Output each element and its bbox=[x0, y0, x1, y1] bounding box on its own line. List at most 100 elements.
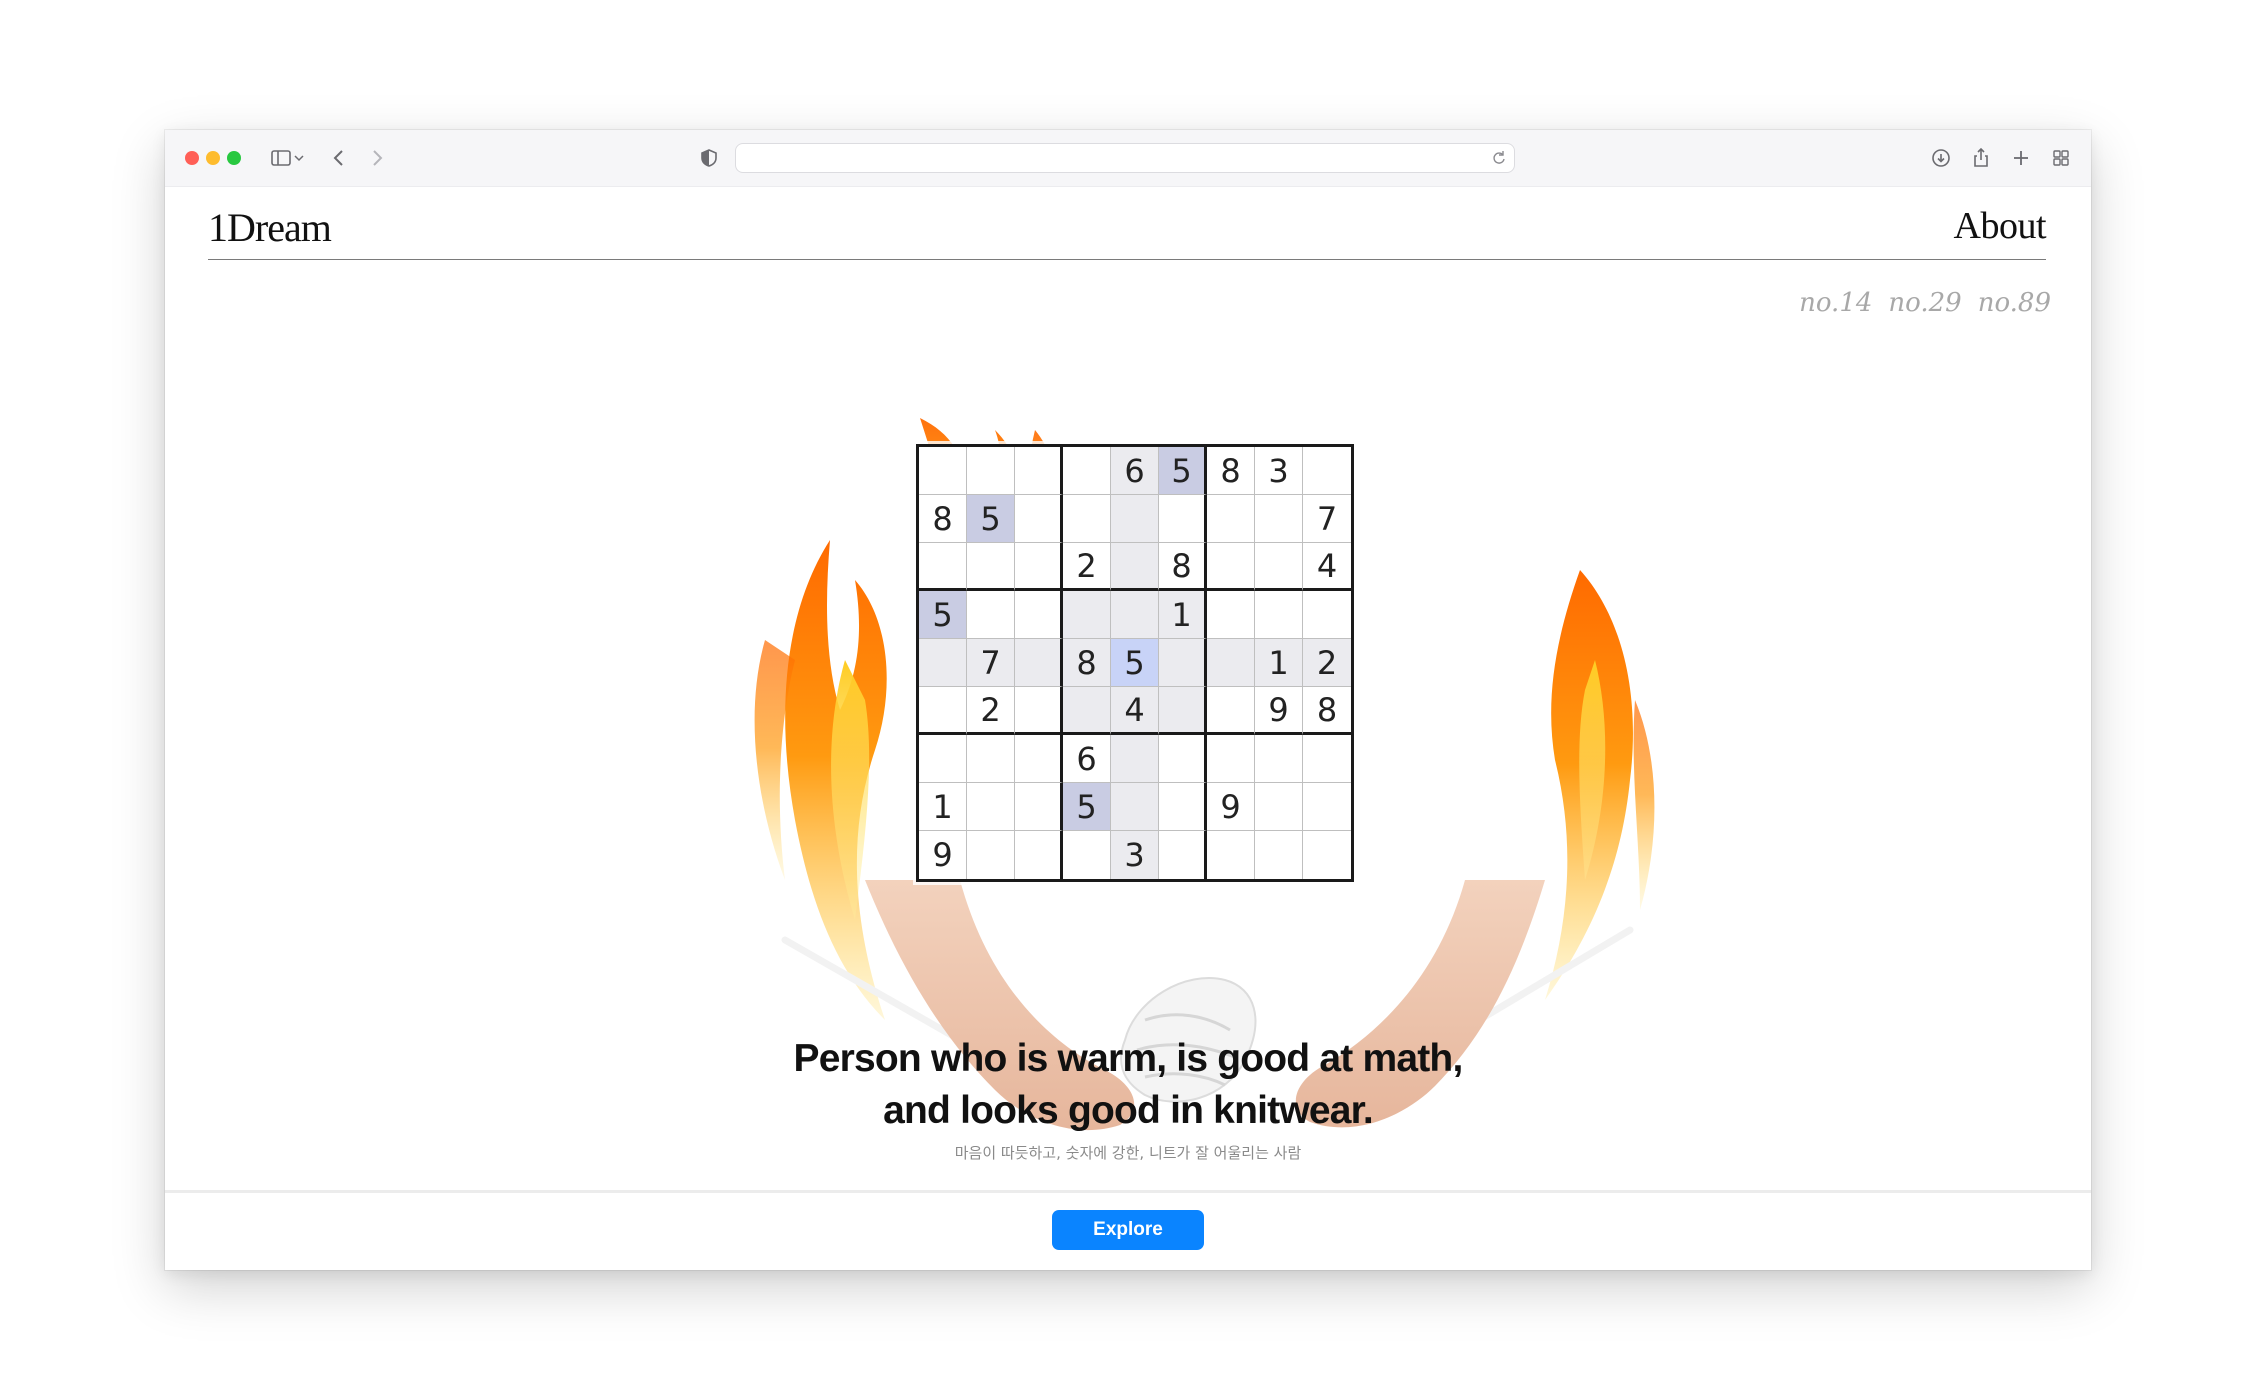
sudoku-cell[interactable]: 8 bbox=[1063, 639, 1111, 687]
sudoku-cell[interactable] bbox=[1063, 447, 1111, 495]
issue-link-89[interactable]: no.89 bbox=[1978, 288, 2051, 318]
sudoku-cell[interactable] bbox=[1303, 831, 1351, 879]
sudoku-cell[interactable] bbox=[1015, 447, 1063, 495]
sudoku-cell[interactable] bbox=[967, 783, 1015, 831]
sudoku-cell[interactable]: 5 bbox=[919, 591, 967, 639]
sudoku-cell[interactable]: 5 bbox=[1063, 783, 1111, 831]
sudoku-cell[interactable] bbox=[919, 543, 967, 591]
sudoku-cell[interactable]: 5 bbox=[1111, 639, 1159, 687]
close-window-button[interactable] bbox=[185, 151, 199, 165]
sudoku-cell[interactable] bbox=[1255, 495, 1303, 543]
sudoku-cell[interactable] bbox=[919, 639, 967, 687]
sudoku-cell[interactable] bbox=[1111, 783, 1159, 831]
sudoku-grid[interactable]: 658385728451785122498615993 bbox=[916, 444, 1354, 882]
sudoku-cell[interactable]: 9 bbox=[919, 831, 967, 879]
sudoku-cell[interactable] bbox=[1015, 735, 1063, 783]
sudoku-cell[interactable] bbox=[919, 735, 967, 783]
sudoku-cell[interactable] bbox=[1207, 735, 1255, 783]
sudoku-cell[interactable]: 2 bbox=[1303, 639, 1351, 687]
download-icon[interactable] bbox=[1927, 144, 1955, 172]
sudoku-cell[interactable] bbox=[1207, 831, 1255, 879]
sudoku-cell[interactable] bbox=[1255, 591, 1303, 639]
sudoku-cell[interactable]: 9 bbox=[1255, 687, 1303, 735]
sudoku-cell[interactable] bbox=[1159, 831, 1207, 879]
sudoku-cell[interactable] bbox=[1111, 495, 1159, 543]
sudoku-cell[interactable] bbox=[1063, 591, 1111, 639]
sudoku-cell[interactable] bbox=[1063, 495, 1111, 543]
new-tab-icon[interactable] bbox=[2007, 144, 2035, 172]
issue-link-14[interactable]: no.14 bbox=[1799, 288, 1872, 318]
sudoku-cell[interactable] bbox=[1063, 831, 1111, 879]
sudoku-cell[interactable]: 4 bbox=[1303, 543, 1351, 591]
sudoku-cell[interactable] bbox=[1207, 495, 1255, 543]
sudoku-cell[interactable] bbox=[1111, 591, 1159, 639]
sudoku-cell[interactable] bbox=[967, 831, 1015, 879]
sudoku-cell[interactable]: 2 bbox=[967, 687, 1015, 735]
sudoku-cell[interactable] bbox=[1015, 591, 1063, 639]
sudoku-cell[interactable] bbox=[1255, 831, 1303, 879]
sudoku-cell[interactable]: 5 bbox=[967, 495, 1015, 543]
sudoku-cell[interactable] bbox=[967, 591, 1015, 639]
explore-button[interactable]: Explore bbox=[1052, 1210, 1204, 1250]
sudoku-cell[interactable]: 1 bbox=[1159, 591, 1207, 639]
sudoku-cell[interactable] bbox=[1303, 591, 1351, 639]
sudoku-cell[interactable]: 4 bbox=[1111, 687, 1159, 735]
sudoku-cell[interactable] bbox=[1159, 735, 1207, 783]
sudoku-cell[interactable] bbox=[967, 543, 1015, 591]
sudoku-cell[interactable] bbox=[1063, 687, 1111, 735]
sudoku-cell[interactable] bbox=[1207, 543, 1255, 591]
sudoku-cell[interactable]: 3 bbox=[1255, 447, 1303, 495]
sudoku-cell[interactable] bbox=[1159, 783, 1207, 831]
sudoku-cell[interactable] bbox=[1303, 735, 1351, 783]
sudoku-cell[interactable] bbox=[1303, 447, 1351, 495]
sudoku-cell[interactable]: 7 bbox=[1303, 495, 1351, 543]
nav-about-link[interactable]: About bbox=[1954, 204, 2047, 248]
sudoku-cell[interactable] bbox=[1207, 639, 1255, 687]
sudoku-cell[interactable] bbox=[1255, 543, 1303, 591]
sudoku-cell[interactable] bbox=[1159, 639, 1207, 687]
minimize-window-button[interactable] bbox=[206, 151, 220, 165]
sudoku-cell[interactable] bbox=[1015, 687, 1063, 735]
sudoku-cell[interactable]: 5 bbox=[1159, 447, 1207, 495]
chevron-down-icon[interactable] bbox=[291, 144, 307, 172]
sudoku-cell[interactable] bbox=[1207, 687, 1255, 735]
sudoku-cell[interactable]: 3 bbox=[1111, 831, 1159, 879]
sudoku-cell[interactable] bbox=[1255, 735, 1303, 783]
sudoku-cell[interactable] bbox=[1111, 543, 1159, 591]
sudoku-cell[interactable] bbox=[967, 735, 1015, 783]
sudoku-cell[interactable]: 8 bbox=[919, 495, 967, 543]
sudoku-cell[interactable]: 7 bbox=[967, 639, 1015, 687]
sudoku-cell[interactable] bbox=[919, 687, 967, 735]
tab-overview-icon[interactable] bbox=[2047, 144, 2075, 172]
shield-icon[interactable] bbox=[695, 144, 723, 172]
sudoku-cell[interactable] bbox=[1015, 543, 1063, 591]
sudoku-cell[interactable] bbox=[1159, 687, 1207, 735]
share-icon[interactable] bbox=[1967, 144, 1995, 172]
issue-link-29[interactable]: no.29 bbox=[1888, 288, 1961, 318]
sudoku-cell[interactable] bbox=[1111, 735, 1159, 783]
address-bar[interactable] bbox=[735, 143, 1515, 173]
reload-icon[interactable] bbox=[1490, 149, 1508, 167]
sudoku-cell[interactable]: 8 bbox=[1303, 687, 1351, 735]
site-logo[interactable]: 1Dream bbox=[208, 204, 332, 251]
sudoku-cell[interactable] bbox=[1255, 783, 1303, 831]
sudoku-cell[interactable]: 1 bbox=[919, 783, 967, 831]
sudoku-cell[interactable] bbox=[1015, 639, 1063, 687]
sudoku-cell[interactable] bbox=[967, 447, 1015, 495]
sudoku-cell[interactable]: 9 bbox=[1207, 783, 1255, 831]
sudoku-cell[interactable] bbox=[1015, 783, 1063, 831]
sudoku-cell[interactable]: 8 bbox=[1159, 543, 1207, 591]
sudoku-cell[interactable] bbox=[1015, 495, 1063, 543]
zoom-window-button[interactable] bbox=[227, 151, 241, 165]
sudoku-cell[interactable] bbox=[1207, 591, 1255, 639]
sudoku-cell[interactable]: 6 bbox=[1111, 447, 1159, 495]
sudoku-cell[interactable]: 2 bbox=[1063, 543, 1111, 591]
sudoku-cell[interactable] bbox=[1015, 831, 1063, 879]
sudoku-cell[interactable] bbox=[919, 447, 967, 495]
sudoku-cell[interactable]: 6 bbox=[1063, 735, 1111, 783]
forward-icon[interactable] bbox=[363, 144, 391, 172]
sudoku-cell[interactable]: 8 bbox=[1207, 447, 1255, 495]
sudoku-cell[interactable] bbox=[1303, 783, 1351, 831]
back-icon[interactable] bbox=[325, 144, 353, 172]
sudoku-cell[interactable] bbox=[1159, 495, 1207, 543]
